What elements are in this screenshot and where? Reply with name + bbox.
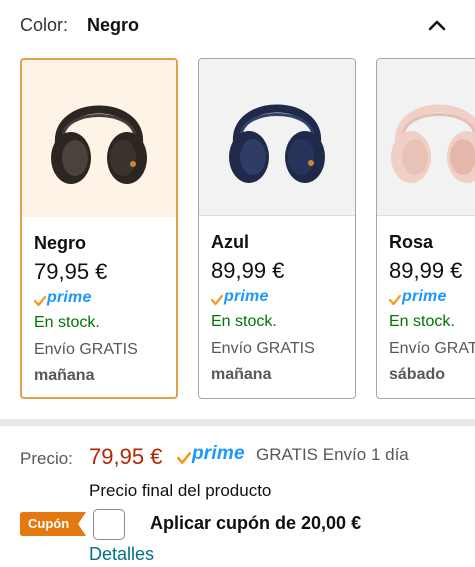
delivery-day: sábado <box>389 366 446 383</box>
prime-badge: prime <box>34 289 92 307</box>
variant-card-azul[interactable]: Azul 89,99 € prime En stock. Envío GRATI… <box>198 58 356 399</box>
headphones-black-image <box>51 105 147 184</box>
prime-badge: prime <box>211 288 269 306</box>
variant-card-negro[interactable]: Negro 79,95 € prime En stock. Envío GRAT… <box>20 58 178 399</box>
coupon-apply-text[interactable]: Aplicar cupón de 20,00 € <box>150 513 361 534</box>
delivery-day: mañana <box>34 367 95 384</box>
variant-price: 89,99 € <box>389 258 463 283</box>
prime-label: prime <box>402 288 447 305</box>
color-selector-header[interactable]: Color: Negro <box>20 14 455 40</box>
variant-image-area <box>199 59 355 216</box>
stock-status: En stock. <box>389 313 455 330</box>
prime-label: prime <box>192 443 245 464</box>
prime-check-icon <box>389 294 401 306</box>
prime-check-icon <box>34 295 46 307</box>
prime-badge: prime <box>389 288 447 306</box>
prime-label: prime <box>224 288 269 305</box>
variant-name: Azul <box>211 232 249 252</box>
chevron-up-icon[interactable] <box>427 18 447 32</box>
buybox-shipping: GRATIS Envío 1 día <box>256 445 409 464</box>
shipping-text: Envío GRATIS <box>34 341 138 358</box>
coupon-details-link[interactable]: Detalles <box>89 544 154 565</box>
stock-status: En stock. <box>34 314 100 331</box>
shipping-text: Envío GRATIS <box>211 340 315 357</box>
selected-color-value: Negro <box>87 15 140 35</box>
prime-check-icon <box>211 294 223 306</box>
delivery-day: mañana <box>211 366 272 383</box>
section-divider <box>0 419 475 426</box>
variant-image-area <box>22 60 176 217</box>
final-price-note: Precio final del producto <box>89 481 272 500</box>
variant-price: 79,95 € <box>34 259 108 284</box>
variant-name: Rosa <box>389 232 434 252</box>
variant-image-area <box>377 59 475 216</box>
coupon-badge: Cupón <box>20 512 86 536</box>
buybox-price: 79,95 € <box>89 444 163 469</box>
variant-name: Negro <box>34 233 87 253</box>
prime-check-icon <box>177 452 191 464</box>
headphones-pink-image <box>391 104 475 183</box>
color-variant-carousel[interactable]: Negro 79,95 € prime En stock. Envío GRAT… <box>20 58 475 400</box>
price-label: Precio: <box>20 449 73 468</box>
prime-badge: prime <box>177 443 245 465</box>
variant-price: 89,99 € <box>211 258 285 283</box>
coupon-checkbox[interactable] <box>93 509 125 540</box>
coupon-badge-label: Cupón <box>28 516 70 531</box>
prime-label: prime <box>47 289 92 306</box>
stock-status: En stock. <box>211 313 277 330</box>
shipping-text: Envío GRATIS <box>389 340 475 357</box>
variant-card-rosa[interactable]: Rosa 89,99 € prime En stock. Envío GRATI… <box>376 58 475 399</box>
color-label: Color: <box>20 15 69 35</box>
headphones-blue-image <box>229 104 325 183</box>
